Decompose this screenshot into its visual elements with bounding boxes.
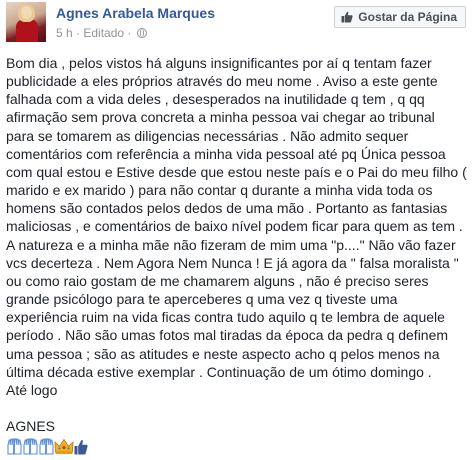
- post-text-line: experiência ruim na vida ficas contra tu…: [6, 309, 445, 326]
- like-page-label: Gostar da Página: [358, 10, 457, 24]
- thumbs-up-icon: [74, 439, 88, 455]
- post-text-line: grande psicólogo para te aperceberes q u…: [6, 291, 398, 308]
- post-text-line: Bom dia , pelos vistos há alguns insigni…: [6, 55, 432, 71]
- post-text-line: A natureza e a minha mãe não fizeram de …: [6, 236, 456, 253]
- post-signature: AGNES: [6, 418, 56, 434]
- emoji-row: [6, 437, 88, 455]
- post-text-line: homens são contados pelos dedos de uma m…: [6, 200, 448, 217]
- post-text-line: vcs decerteza . Nem Agora Nem Nunca ! E …: [6, 254, 459, 271]
- author-name[interactable]: Agnes Arabela Marques: [56, 5, 215, 21]
- globe-icon[interactable]: [136, 28, 147, 38]
- post-time[interactable]: 5 h: [56, 26, 73, 40]
- post-text-line: falhada com a vida deles , desesperados …: [6, 91, 425, 108]
- post-header: Agnes Arabela Marques 5 h · Editado · Go…: [0, 0, 474, 50]
- post-meta: 5 h · Editado ·: [56, 26, 147, 40]
- like-page-button[interactable]: Gostar da Página: [334, 6, 466, 28]
- post-text-line: período . Não são umas fotos mal tiradas…: [6, 327, 449, 344]
- meta-separator: ·: [127, 26, 132, 40]
- raised-hands-icon: [38, 438, 54, 455]
- post-text-line: Até logo: [6, 381, 58, 398]
- post-text-line: uma pessoa ; são as atitudes e neste asp…: [6, 345, 440, 362]
- post-text-line: ou como raio gostam de me chamarem algun…: [6, 272, 429, 289]
- raised-hands-icon: [6, 438, 22, 455]
- crown-icon: [54, 438, 74, 455]
- post-text-line: marido e ex marido ) para não contar q d…: [6, 182, 433, 199]
- author-avatar[interactable]: [6, 2, 46, 42]
- post-text-line: com qual estou e Estive desde que estou …: [6, 163, 467, 180]
- post-text-line: última década estive exemplar . Continua…: [6, 363, 432, 380]
- post-text-line: publicidade a eles próprios através do m…: [6, 73, 438, 90]
- post-body: Bom dia , pelos vistos há alguns insigni…: [6, 54, 468, 399]
- thumbs-up-icon: [341, 11, 353, 23]
- raised-hands-icon: [22, 438, 38, 455]
- post-text-line: maliciosas , e comentários de baixo níve…: [6, 218, 463, 235]
- post-text-line: afirmação sem prova concreta a minha pes…: [6, 109, 435, 126]
- meta-separator: ·: [76, 26, 81, 40]
- edited-label[interactable]: Editado: [83, 26, 124, 40]
- post-text-line: para se tomarem as diligencias necessári…: [6, 127, 409, 144]
- post-text-line: comentários com referência a minha vida …: [6, 145, 446, 162]
